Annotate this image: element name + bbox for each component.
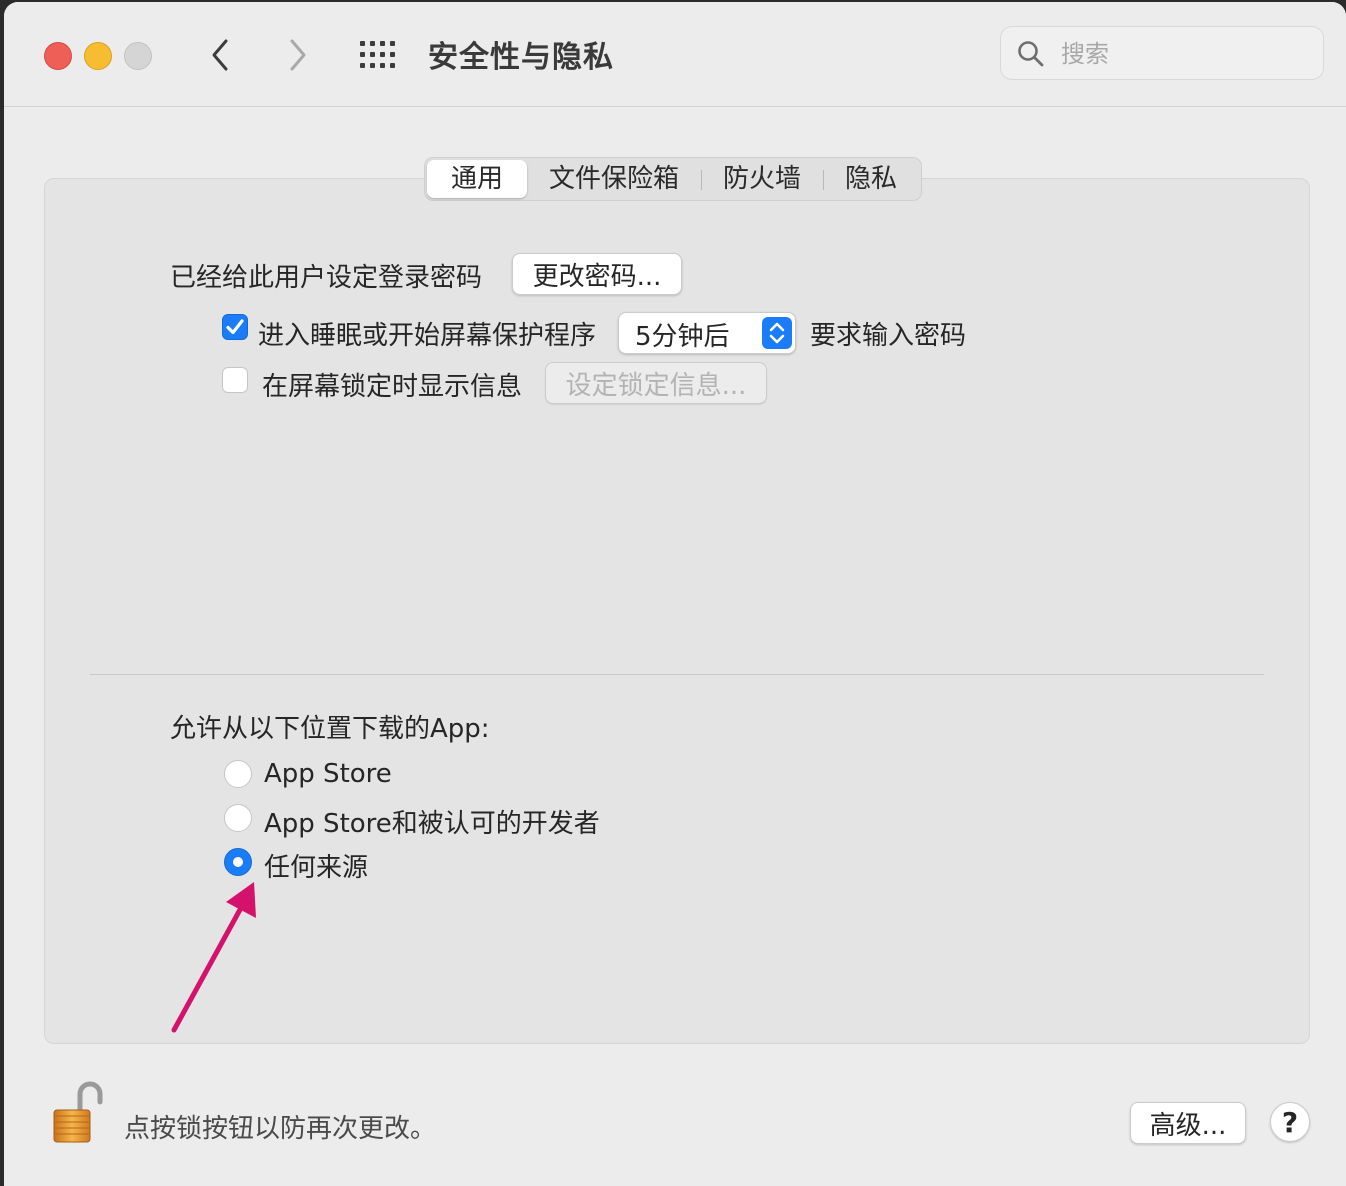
search-input[interactable] bbox=[1059, 35, 1313, 73]
radio-anywhere[interactable] bbox=[224, 848, 252, 876]
require-password-checkbox[interactable] bbox=[222, 314, 248, 340]
tab-firewall[interactable]: 防火墙 bbox=[701, 160, 823, 198]
show-all-button[interactable] bbox=[358, 39, 398, 71]
forward-button[interactable] bbox=[282, 38, 312, 72]
up-down-chevron-icon bbox=[762, 317, 792, 349]
minimize-button[interactable] bbox=[84, 42, 112, 70]
search-field[interactable] bbox=[1000, 26, 1324, 80]
checkmark-icon bbox=[226, 319, 244, 335]
annotation-arrow-icon bbox=[171, 882, 256, 1033]
title-bar: 安全性与隐私 bbox=[4, 2, 1346, 107]
magnifier-icon bbox=[1018, 41, 1044, 67]
require-password-suffix: 要求输入密码 bbox=[810, 321, 967, 351]
allow-downloads-heading: 允许从以下位置下载的App: bbox=[170, 714, 490, 744]
close-button[interactable] bbox=[44, 42, 72, 70]
chevron-left-icon bbox=[212, 39, 228, 71]
security-privacy-window: 安全性与隐私 通用 文件保险箱 防火墙 隐私 已经给此用户设定登录密码 更改密码… bbox=[4, 2, 1346, 1186]
advanced-button[interactable]: 高级... bbox=[1130, 1102, 1246, 1144]
section-divider bbox=[90, 674, 1264, 675]
radio-app-store-identified[interactable] bbox=[224, 804, 252, 832]
show-lock-message-checkbox[interactable] bbox=[222, 367, 248, 393]
radio-anywhere-label: 任何来源 bbox=[264, 853, 369, 883]
radio-app-store-label: App Store bbox=[264, 759, 392, 789]
password-delay-value: 5分钟后 bbox=[635, 322, 730, 352]
password-delay-popup[interactable]: 5分钟后 bbox=[618, 312, 796, 354]
lock-button[interactable] bbox=[52, 1080, 104, 1150]
chevron-right-icon bbox=[290, 39, 306, 71]
zoom-button[interactable] bbox=[124, 42, 152, 70]
change-password-button[interactable]: 更改密码... bbox=[512, 253, 682, 295]
set-lock-message-button[interactable]: 设定锁定信息... bbox=[545, 362, 767, 404]
help-button[interactable]: ? bbox=[1270, 1102, 1310, 1142]
tab-privacy[interactable]: 隐私 bbox=[823, 160, 919, 198]
show-lock-message-label: 在屏幕锁定时显示信息 bbox=[262, 372, 523, 402]
tab-bar: 通用 文件保险箱 防火墙 隐私 bbox=[424, 157, 923, 201]
grid-icon bbox=[360, 41, 395, 68]
tab-general[interactable]: 通用 bbox=[427, 160, 528, 198]
lock-hint-text: 点按锁按钮以防再次更改。 bbox=[124, 1114, 437, 1144]
require-password-label: 进入睡眠或开始屏幕保护程序 bbox=[258, 321, 597, 351]
password-set-label: 已经给此用户设定登录密码 bbox=[170, 263, 483, 293]
radio-app-store-identified-label: App Store和被认可的开发者 bbox=[264, 809, 600, 839]
back-button[interactable] bbox=[206, 38, 236, 72]
window-title: 安全性与隐私 bbox=[428, 40, 614, 75]
unlocked-padlock-icon bbox=[53, 1081, 103, 1143]
tab-filevault[interactable]: 文件保险箱 bbox=[527, 160, 701, 198]
radio-app-store[interactable] bbox=[224, 760, 252, 788]
